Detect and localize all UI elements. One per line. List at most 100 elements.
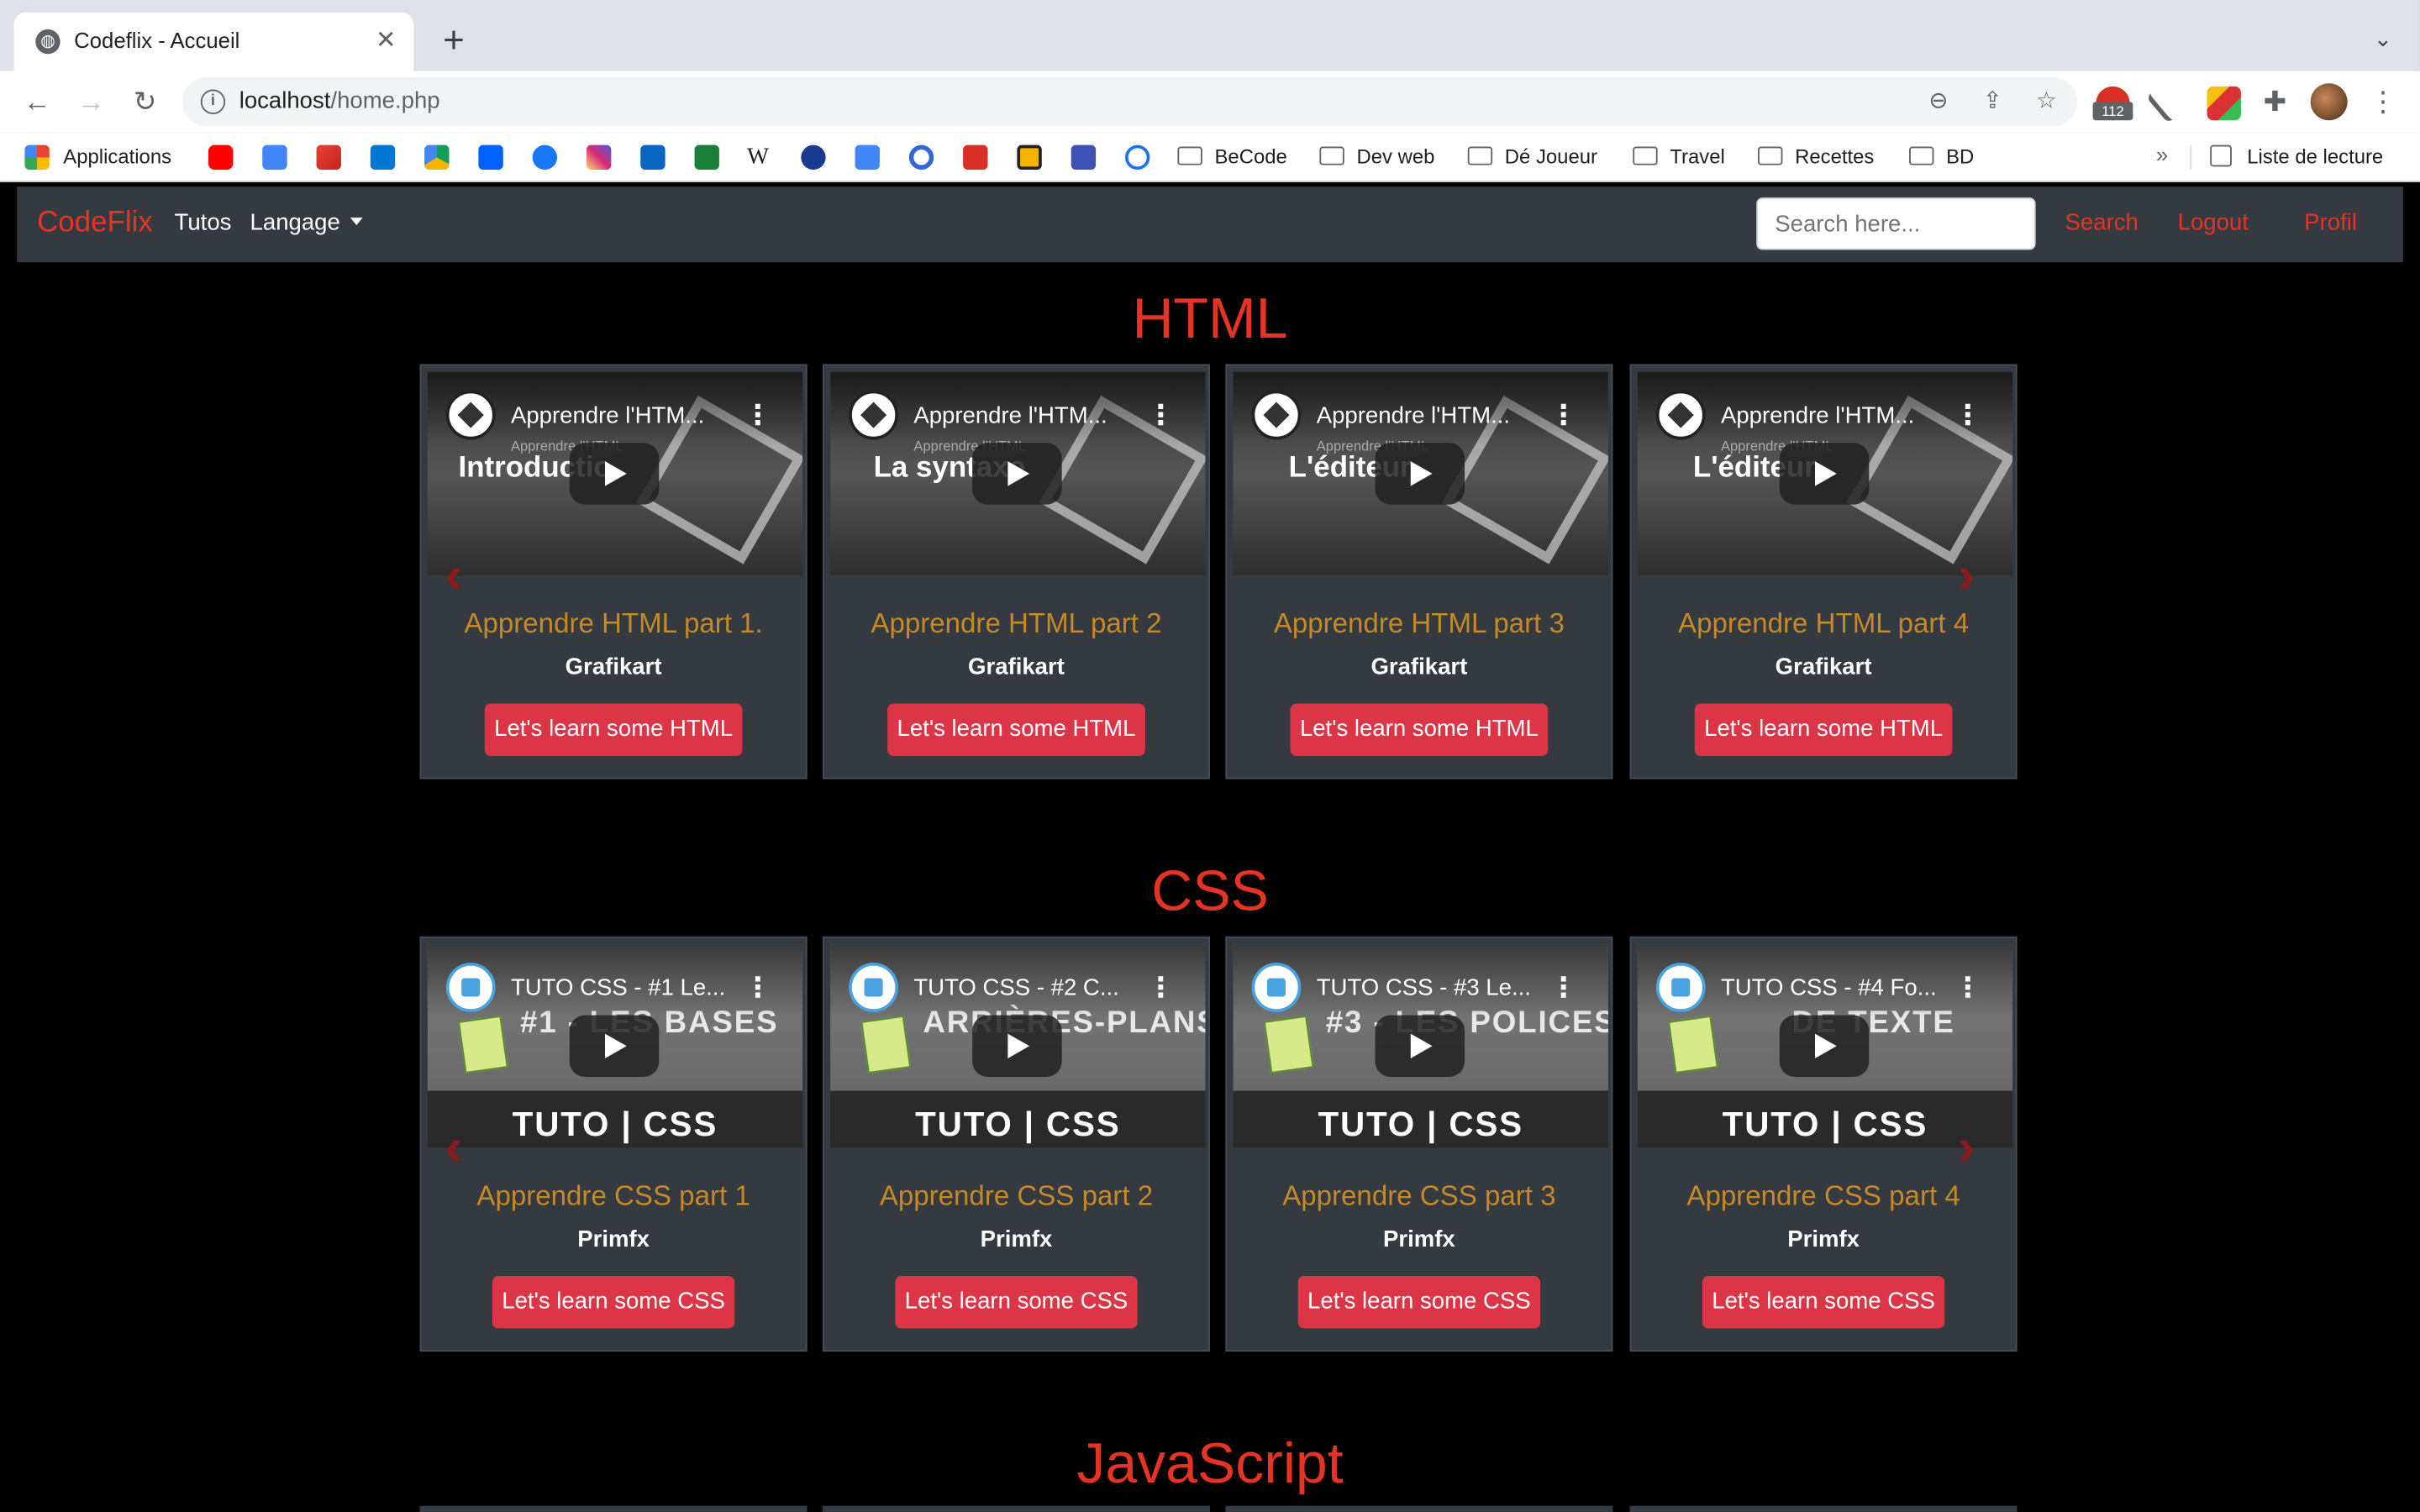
bookmark-star-icon[interactable]: ☆ <box>2031 87 2062 118</box>
play-icon[interactable] <box>1779 1015 1870 1078</box>
bookmark-blue-icon[interactable] <box>1071 144 1097 171</box>
video-more-icon[interactable]: ⋮ <box>1954 972 1981 1005</box>
play-icon[interactable] <box>569 1015 660 1078</box>
learn-button[interactable]: Let's learn some HTML <box>887 703 1145 756</box>
play-icon[interactable] <box>972 443 1062 505</box>
learn-button[interactable]: Let's learn some CSS <box>895 1275 1138 1329</box>
channel-logo <box>1251 963 1302 1012</box>
nav-langage-label: Langage <box>250 209 340 237</box>
section-title-javascript: JavaScript <box>1076 1431 1344 1495</box>
wikipedia-icon[interactable]: W <box>747 142 769 173</box>
bookmark-folder-becode[interactable]: BeCode <box>1177 142 1287 173</box>
linkedin-icon[interactable] <box>640 144 666 171</box>
carousel-next-icon[interactable]: › <box>1948 1120 1985 1175</box>
learn-button[interactable]: Let's learn some CSS <box>1702 1275 1945 1329</box>
bookmark-red-icon[interactable] <box>963 144 988 171</box>
more-bookmarks-icon[interactable]: » <box>2156 142 2168 166</box>
play-icon[interactable] <box>1375 443 1465 505</box>
video-more-icon[interactable]: ⋮ <box>1147 972 1175 1005</box>
video-thumbnail[interactable]: Apprendre l'HTM... ⋮ Apprendre l'HTML L'… <box>1233 371 1608 576</box>
extension-picker-icon[interactable] <box>2146 83 2185 123</box>
reading-list[interactable]: Liste de lecture <box>2210 142 2383 173</box>
b-icon[interactable] <box>1124 144 1150 171</box>
forward-icon[interactable]: → <box>72 83 109 120</box>
learn-button[interactable]: Let's learn some HTML <box>1290 703 1549 756</box>
video-more-icon[interactable]: ⋮ <box>744 400 771 433</box>
bookmark-folder-recettes[interactable]: Recettes <box>1758 142 1874 173</box>
channel-logo <box>1655 390 1706 440</box>
video-thumbnail[interactable]: Apprendre l'HTM... ⋮ Apprendre l'HTML In… <box>427 371 803 576</box>
bookmark-folder-travel[interactable]: Travel <box>1633 142 1725 173</box>
learn-button[interactable]: Let's learn some HTML <box>1694 703 1953 756</box>
bd-icon[interactable] <box>1017 144 1042 171</box>
outlook-icon[interactable] <box>370 144 396 171</box>
share-icon[interactable]: ⇪ <box>1977 87 2008 118</box>
facebook-icon[interactable] <box>532 144 558 171</box>
new-tab-icon[interactable]: + <box>435 23 472 60</box>
learn-button[interactable]: Let's learn some HTML <box>484 703 743 756</box>
sheets-icon[interactable] <box>694 144 719 171</box>
bookmark-folder-bd[interactable]: BD <box>1909 142 1974 173</box>
learn-button[interactable]: Let's learn some CSS <box>1297 1275 1541 1329</box>
video-more-icon[interactable]: ⋮ <box>1549 400 1577 433</box>
target-icon[interactable] <box>908 144 934 171</box>
video-thumbnail[interactable]: ARRIÈRES-PLANS TUTO CSS - #2 C... ⋮ TUTO… <box>830 944 1206 1148</box>
search-button[interactable]: Search <box>2065 210 2139 236</box>
card-title: Apprendre CSS part 1 <box>476 1180 750 1211</box>
play-icon[interactable] <box>1779 443 1870 505</box>
extension-colors-icon[interactable] <box>2207 86 2241 121</box>
zoom-icon[interactable]: ⊖ <box>1923 87 1954 118</box>
section-title-css: CSS <box>1151 859 1269 923</box>
profil-link[interactable]: Profil <box>2304 210 2357 236</box>
browser-menu-icon[interactable]: ⋮ <box>2368 83 2399 120</box>
learn-button[interactable]: Let's learn some CSS <box>492 1275 735 1329</box>
video-thumbnail[interactable]: #3 - LES POLICES TUTO CSS - #3 Le... ⋮ T… <box>1233 944 1608 1148</box>
instagram-icon[interactable] <box>586 144 612 171</box>
carousel-prev-icon[interactable]: ‹ <box>435 1120 472 1175</box>
carousel-next-icon[interactable]: › <box>1948 548 1985 603</box>
video-more-icon[interactable]: ⋮ <box>1147 400 1175 433</box>
folder-label: BeCode <box>1214 144 1287 169</box>
apps-grid-icon[interactable] <box>24 144 50 171</box>
channel-logo <box>849 390 898 440</box>
video-more-icon[interactable]: ⋮ <box>1549 972 1577 1005</box>
nav-tutos[interactable]: Tutos <box>175 210 232 236</box>
play-icon[interactable] <box>1375 1015 1465 1078</box>
back-icon[interactable]: ← <box>18 83 55 120</box>
video-thumbnail[interactable]: Apprendre l'HTM... ⋮ Apprendre l'HTML La… <box>830 371 1206 576</box>
search-input[interactable] <box>1756 197 2036 250</box>
nav-langage-dropdown[interactable]: Langage <box>250 210 364 236</box>
bookmark-folder-dejoueur[interactable]: Dé Joueur <box>1467 142 1597 173</box>
tab-search-icon[interactable]: ⌄ <box>2368 26 2399 57</box>
carousel-prev-icon[interactable]: ‹ <box>435 548 472 603</box>
video-thumbnail[interactable]: DE TEXTE TUTO CSS - #4 Fo... ⋮ TUTO | CS… <box>1637 944 2013 1148</box>
url-host: localhost <box>239 87 331 114</box>
dropbox-icon[interactable] <box>478 144 503 171</box>
video-more-icon[interactable]: ⋮ <box>1954 400 1981 433</box>
profile-avatar[interactable] <box>2310 83 2348 121</box>
folder-label: Dé Joueur <box>1504 144 1597 169</box>
tab-close-icon[interactable]: ✕ <box>371 26 402 57</box>
video-thumbnail[interactable]: Apprendre l'HTM... ⋮ Apprendre l'HTML L'… <box>1637 371 2013 576</box>
google-calendar-icon[interactable] <box>262 144 287 171</box>
be-icon[interactable] <box>801 144 826 171</box>
bookmark-applications[interactable]: Applications <box>63 142 171 173</box>
brand-logo[interactable]: CodeFlix <box>37 207 153 240</box>
address-url[interactable]: localhost/home.php <box>239 88 440 114</box>
card-author: Grafikart <box>1370 654 1468 680</box>
gmail-icon[interactable] <box>316 144 341 171</box>
video-more-icon[interactable]: ⋮ <box>744 972 771 1005</box>
logout-link[interactable]: Logout <box>2178 210 2249 236</box>
reload-icon[interactable]: ↻ <box>127 83 164 120</box>
video-thumbnail[interactable]: #1 - LES BASES TUTO CSS - #1 Le... ⋮ TUT… <box>427 944 803 1148</box>
google-drive-icon[interactable] <box>424 144 450 171</box>
address-bar[interactable]: i localhost/home.php ⊖ ⇪ ☆ <box>182 76 2078 127</box>
google-translate-icon[interactable] <box>855 144 880 171</box>
extensions-puzzle-icon[interactable]: ✚ <box>2256 83 2293 120</box>
site-info-icon[interactable]: i <box>200 89 226 114</box>
browser-tab-active[interactable]: ◍ Codeflix - Accueil ✕ <box>13 12 414 71</box>
play-icon[interactable] <box>972 1015 1062 1078</box>
bookmark-folder-devweb[interactable]: Dev web <box>1319 142 1434 173</box>
youtube-icon[interactable] <box>208 144 234 171</box>
play-icon[interactable] <box>569 443 660 505</box>
